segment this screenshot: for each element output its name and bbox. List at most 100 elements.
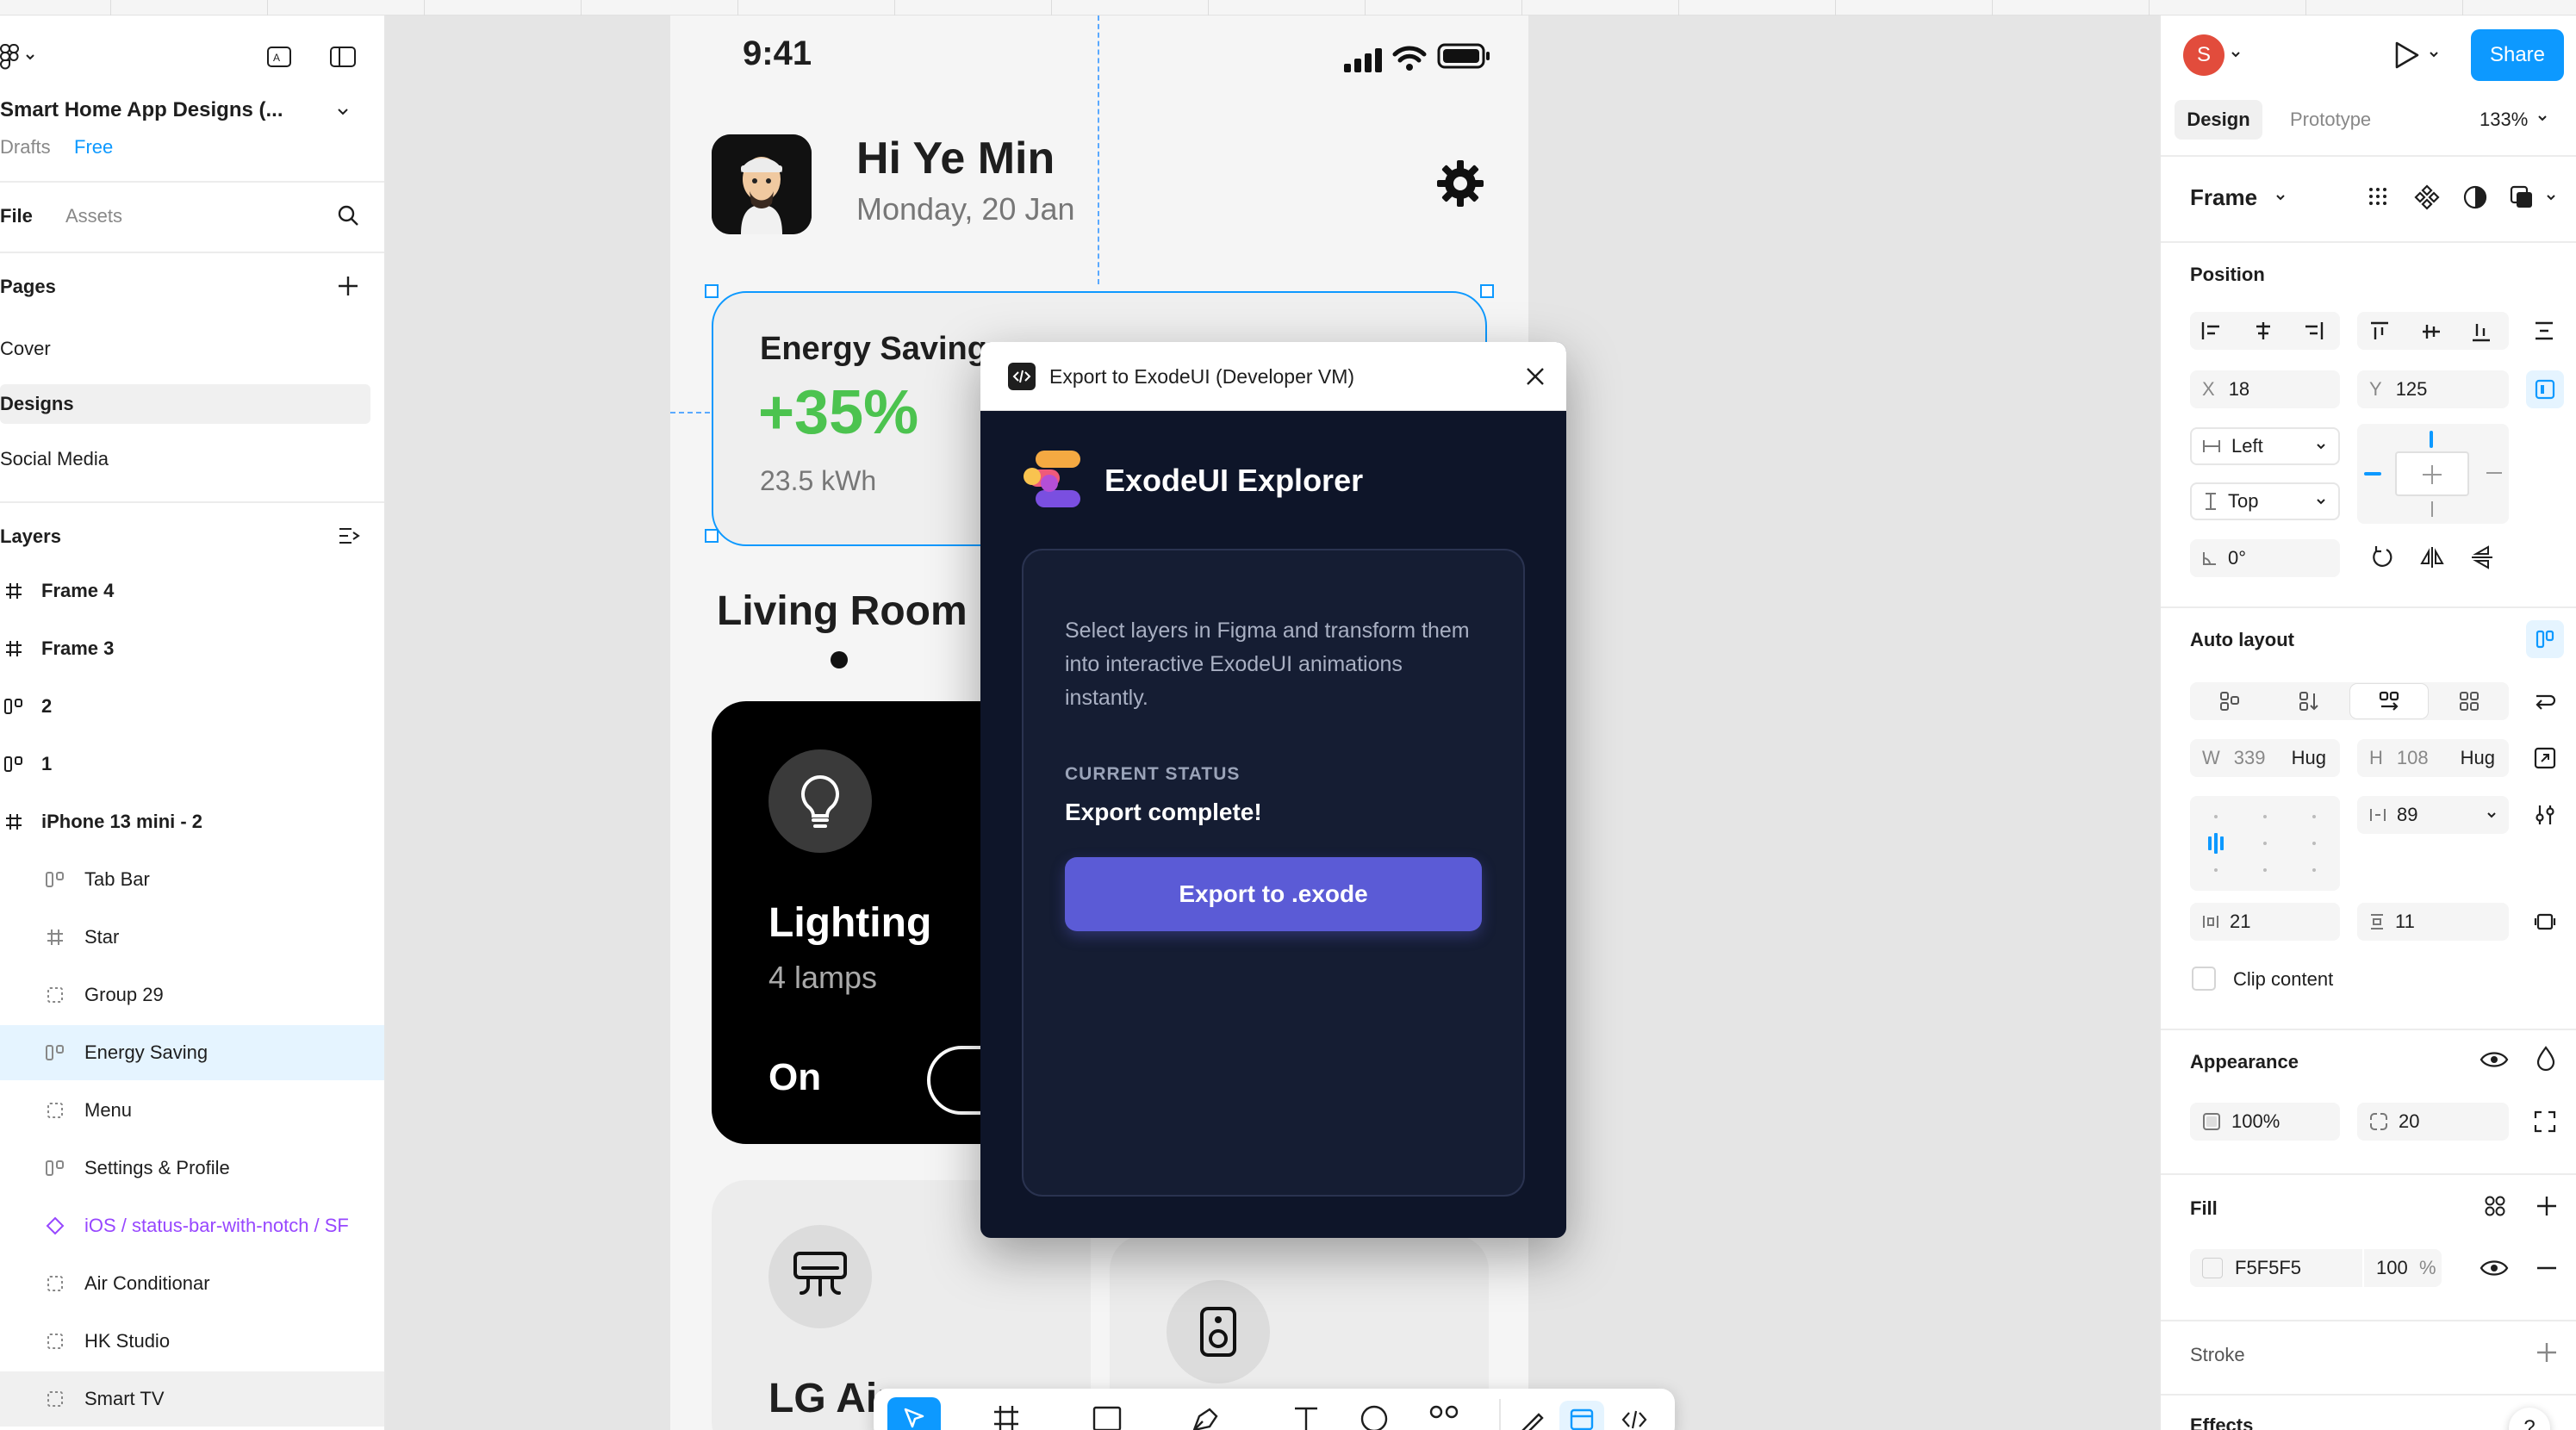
search-icon[interactable] <box>336 203 360 227</box>
mask-icon[interactable] <box>2462 184 2488 210</box>
layer-item[interactable]: Group 29 <box>0 967 384 1023</box>
gear-icon[interactable] <box>1435 159 1485 208</box>
layer-item[interactable]: Frame 3 <box>0 621 384 676</box>
figma-menu-button[interactable] <box>0 41 48 72</box>
frame-label[interactable]: Frame <box>2190 184 2257 211</box>
design-mode-button[interactable] <box>1559 1401 1604 1430</box>
wrap-icon[interactable] <box>2533 689 2557 713</box>
share-button[interactable]: Share <box>2471 29 2564 81</box>
layout-settings-icon[interactable] <box>2533 803 2557 827</box>
export-button[interactable]: Export to .exode <box>1065 857 1482 931</box>
user-avatar[interactable]: S <box>2183 34 2224 76</box>
constraint-bottom-bar[interactable] <box>2431 501 2433 517</box>
layers-menu-icon[interactable] <box>338 525 360 546</box>
chevron-down-icon[interactable] <box>2230 48 2242 60</box>
vertical-constraint-select[interactable]: Top <box>2190 482 2340 520</box>
tab-prototype[interactable]: Prototype <box>2290 109 2371 131</box>
chevron-down-icon[interactable] <box>2545 191 2557 203</box>
rotation-field[interactable]: 0° <box>2190 539 2340 577</box>
layer-item[interactable]: HK Studio <box>0 1314 384 1369</box>
layer-item[interactable]: iPhone 13 mini - 2 <box>0 794 384 849</box>
layer-item[interactable]: Smart TV <box>0 1371 384 1427</box>
opacity-field[interactable]: 100% <box>2190 1103 2340 1141</box>
comment-tool-icon[interactable] <box>1360 1404 1389 1430</box>
toggle-sidebar-icon[interactable] <box>327 41 358 72</box>
pen-tool-icon[interactable] <box>1191 1404 1220 1430</box>
fill-opacity[interactable]: 100 <box>2376 1257 2408 1279</box>
page-item-social-media[interactable]: Social Media <box>0 448 109 470</box>
play-icon[interactable] <box>2392 40 2421 71</box>
layer-item[interactable]: Menu <box>0 1083 384 1138</box>
height-mode[interactable]: Hug <box>2461 747 2495 769</box>
rotate-icon[interactable] <box>2369 544 2395 570</box>
add-page-icon[interactable] <box>336 274 360 298</box>
draw-tool-icon[interactable] <box>1520 1408 1546 1430</box>
align-bottom-icon[interactable] <box>2471 320 2492 343</box>
direction-vertical-option[interactable] <box>2269 682 2349 720</box>
align-left-icon[interactable] <box>2200 320 2223 341</box>
fill-swatch[interactable] <box>2202 1258 2223 1278</box>
constraint-widget[interactable] <box>2357 424 2509 524</box>
alignment-grid[interactable] <box>2190 796 2340 891</box>
align-middle-icon[interactable] <box>2421 320 2442 343</box>
layer-item[interactable]: Settings & Profile <box>0 1141 384 1196</box>
rectangle-tool-icon[interactable] <box>1092 1406 1122 1430</box>
frame-tool-icon[interactable] <box>992 1404 1020 1430</box>
eye-icon[interactable] <box>2480 1049 2509 1070</box>
horizontal-constraint-select[interactable]: Left <box>2190 427 2340 465</box>
chevron-down-icon[interactable] <box>2428 48 2440 60</box>
constraint-top-bar[interactable] <box>2430 431 2433 448</box>
width-mode[interactable]: Hug <box>2292 747 2326 769</box>
boolean-icon[interactable] <box>2509 184 2535 210</box>
vertical-padding-field[interactable]: 11 <box>2357 903 2509 941</box>
file-title[interactable]: Smart Home App Designs (... <box>0 98 283 122</box>
layer-item[interactable]: 2 <box>0 679 384 734</box>
zoom-level[interactable]: 133% <box>2480 109 2528 131</box>
y-field[interactable]: Y 125 <box>2357 370 2509 408</box>
tab-assets[interactable]: Assets <box>65 205 122 227</box>
blend-mode-icon[interactable] <box>2535 1046 2557 1072</box>
auto-layout-toggle[interactable] <box>2526 620 2564 658</box>
file-location[interactable]: Drafts <box>0 136 51 159</box>
add-stroke-icon[interactable] <box>2535 1340 2559 1365</box>
distribute-icon[interactable] <box>2533 320 2555 341</box>
components-tool-icon[interactable] <box>1428 1404 1459 1430</box>
flip-horizontal-icon[interactable] <box>2419 544 2445 570</box>
styles-icon[interactable] <box>2483 1194 2507 1218</box>
grid-icon[interactable] <box>2366 184 2390 208</box>
fill-color-field[interactable]: F5F5F5 100 % <box>2190 1249 2442 1287</box>
flip-vertical-icon[interactable] <box>2469 544 2495 570</box>
ai-icon[interactable]: A <box>264 41 295 72</box>
close-icon[interactable] <box>1523 364 1547 389</box>
chevron-down-icon[interactable] <box>2536 112 2548 124</box>
chevron-down-icon[interactable] <box>336 105 350 119</box>
layer-item[interactable]: iOS / status-bar-with-notch / SF <box>0 1198 384 1253</box>
add-fill-icon[interactable] <box>2535 1194 2559 1218</box>
constraint-right-bar[interactable] <box>2486 472 2502 474</box>
tab-design[interactable]: Design <box>2175 100 2262 140</box>
layer-item[interactable]: Air Conditionar <box>0 1256 384 1311</box>
layer-item[interactable]: 1 <box>0 737 384 792</box>
x-field[interactable]: X 18 <box>2190 370 2340 408</box>
align-top-icon[interactable] <box>2369 320 2390 343</box>
plan-badge[interactable]: Free <box>74 136 113 159</box>
help-button[interactable]: ? <box>2509 1408 2550 1430</box>
direction-horizontal-option[interactable] <box>2350 684 2428 718</box>
layer-item[interactable]: Tab Bar <box>0 852 384 907</box>
tab-file[interactable]: File <box>0 205 33 227</box>
page-item-designs[interactable]: Designs <box>0 393 74 415</box>
avatar[interactable] <box>712 134 812 234</box>
chevron-down-icon[interactable] <box>2274 191 2287 203</box>
constraint-left-bar[interactable] <box>2364 472 2381 476</box>
resize-icon[interactable] <box>2533 746 2557 770</box>
direction-grid-option[interactable] <box>2430 682 2509 720</box>
individual-padding-icon[interactable] <box>2533 910 2557 934</box>
width-field[interactable]: W 339 Hug <box>2190 739 2340 777</box>
layer-item[interactable]: Energy Saving <box>0 1025 384 1080</box>
text-tool-icon[interactable] <box>1292 1404 1320 1430</box>
page-item-cover[interactable]: Cover <box>0 338 51 360</box>
height-field[interactable]: H 108 Hug <box>2357 739 2509 777</box>
component-icon[interactable] <box>2414 184 2440 210</box>
selection-handle[interactable] <box>705 529 719 543</box>
fill-visibility-icon[interactable] <box>2480 1258 2509 1278</box>
